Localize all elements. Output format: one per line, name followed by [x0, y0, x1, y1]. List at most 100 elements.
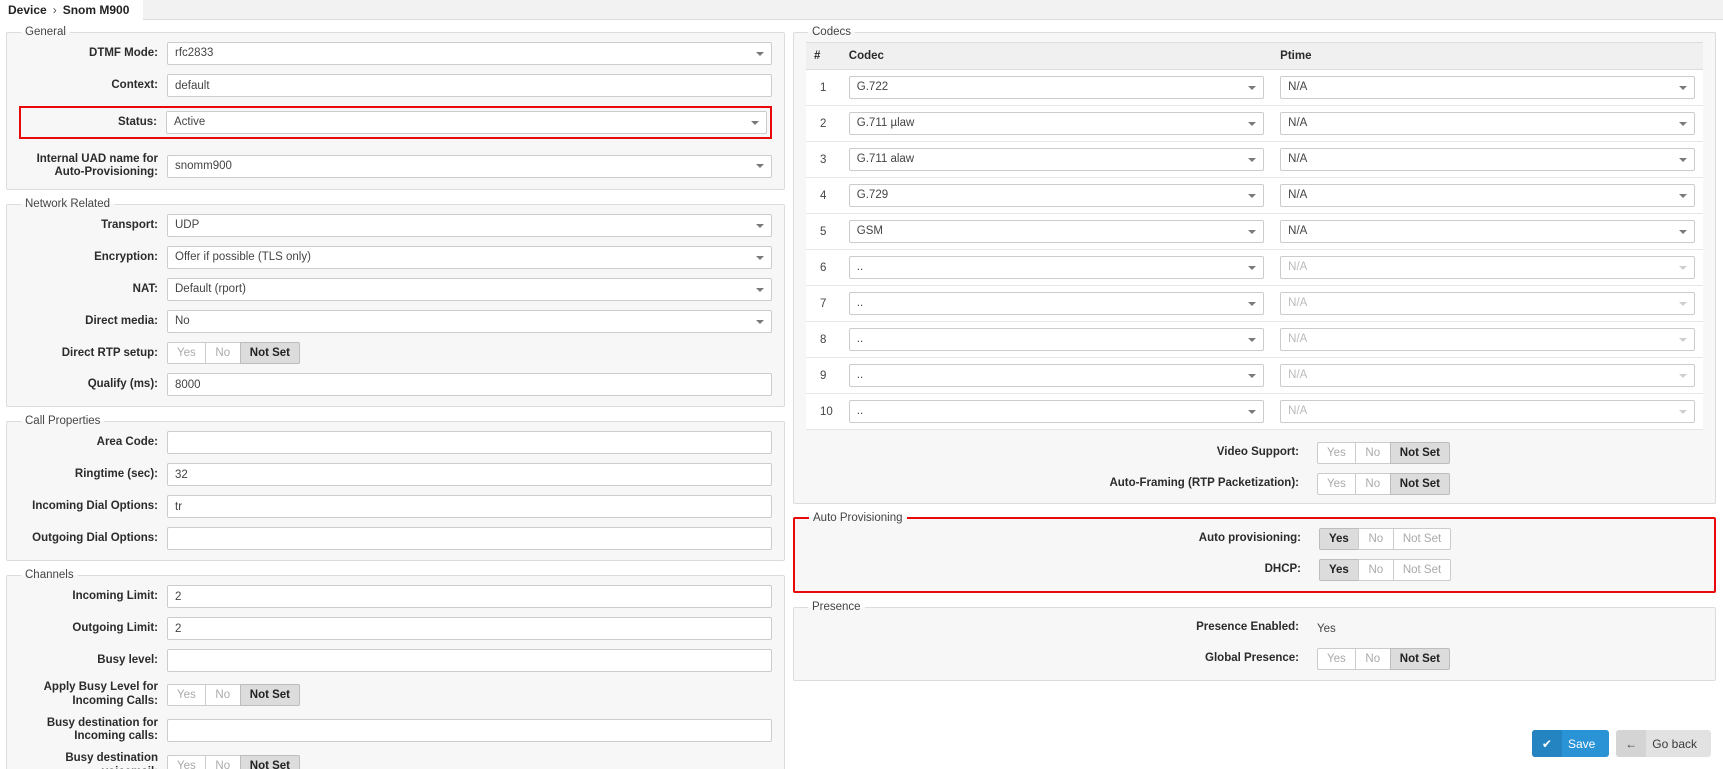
ringtime-input[interactable]	[167, 463, 772, 487]
option-yes[interactable]: Yes	[1317, 648, 1356, 670]
ptime-select-cell: N/A	[1272, 249, 1703, 286]
internal-uad-select[interactable]: snomm900	[167, 154, 772, 178]
codec-row: 8.. N/A	[806, 321, 1703, 358]
global-presence-buttongroup[interactable]: Yes No Not Set	[1317, 648, 1451, 670]
breadcrumb: Device › Snom M900	[0, 0, 144, 20]
left-column: General DTMF Mode: rfc2833 Context: Stat…	[6, 26, 785, 769]
option-yes[interactable]: Yes	[167, 342, 206, 365]
codec-select[interactable]: G.729	[848, 184, 1265, 207]
option-not-set[interactable]: Not Set	[1392, 528, 1452, 550]
dhcp-buttongroup[interactable]: Yes No Not Set	[1319, 559, 1452, 581]
option-no[interactable]: No	[204, 754, 241, 769]
incoming-limit-label: Incoming Limit:	[72, 590, 158, 603]
option-no[interactable]: No	[204, 342, 241, 365]
option-yes[interactable]: Yes	[1319, 528, 1359, 550]
dtmf-mode-select[interactable]: rfc2833	[167, 42, 772, 65]
option-no[interactable]: No	[1354, 442, 1391, 464]
section-codecs: Codecs # Codec Ptime 1 G.722 N/A 2 G.711 µla…	[793, 26, 1716, 504]
section-call-properties-legend: Call Properties	[25, 415, 101, 428]
area-code-input[interactable]	[167, 431, 772, 455]
ptime-select[interactable]: N/A	[1280, 148, 1695, 171]
ptime-select-cell: N/A	[1272, 213, 1703, 250]
qualify-input[interactable]	[167, 373, 772, 397]
codec-select-cell: ..	[840, 249, 1273, 286]
ptime-select[interactable]: N/A	[1280, 76, 1695, 99]
incoming-limit-input[interactable]	[167, 585, 772, 609]
nat-value: Default (rport)	[175, 283, 246, 296]
codec-select[interactable]: GSM	[848, 220, 1265, 243]
nat-select[interactable]: Default (rport)	[167, 278, 772, 302]
option-no[interactable]: No	[1357, 528, 1394, 550]
outgoing-dial-options-label: Outgoing Dial Options:	[32, 532, 158, 545]
ptime-select[interactable]: N/A	[1280, 220, 1695, 243]
codec-row-number: 8	[806, 321, 841, 358]
section-auto-provisioning: Auto Provisioning Auto provisioning: Yes…	[793, 512, 1716, 593]
option-not-set[interactable]: Not Set	[1389, 648, 1451, 670]
codec-select[interactable]: G.722	[848, 76, 1265, 99]
codec-select[interactable]: ..	[848, 328, 1265, 351]
video-support-buttongroup[interactable]: Yes No Not Set	[1317, 442, 1451, 464]
dhcp-label: DHCP:	[1264, 563, 1301, 576]
option-yes[interactable]: Yes	[1317, 473, 1356, 495]
option-yes[interactable]: Yes	[167, 683, 206, 706]
breadcrumb-root[interactable]: Device	[8, 3, 47, 17]
option-not-set[interactable]: Not Set	[1389, 473, 1451, 495]
option-not-set[interactable]: Not Set	[239, 754, 301, 769]
chevron-down-icon	[1248, 373, 1257, 378]
option-no[interactable]: No	[1354, 648, 1391, 670]
option-no[interactable]: No	[1357, 559, 1394, 581]
option-not-set[interactable]: Not Set	[1392, 559, 1452, 581]
ptime-select[interactable]: N/A	[1280, 184, 1695, 207]
transport-select[interactable]: UDP	[167, 214, 772, 238]
status-label: Status:	[118, 115, 157, 128]
codec-select-cell: G.711 alaw	[840, 141, 1273, 178]
direct-media-select[interactable]: No	[167, 310, 772, 334]
direct-rtp-setup-buttongroup[interactable]: Yes No Not Set	[167, 342, 301, 365]
option-no[interactable]: No	[1354, 473, 1391, 495]
codec-row: 7.. N/A	[806, 285, 1703, 322]
field-incoming-dial-options: Incoming Dial Options:	[19, 495, 772, 519]
option-yes[interactable]: Yes	[1317, 442, 1356, 464]
codec-row: 4 G.729 N/A	[806, 177, 1703, 214]
ptime-select-value: N/A	[1288, 261, 1308, 273]
busy-destination-voicemail-buttongroup[interactable]: Yes No Not Set	[167, 754, 301, 769]
save-button[interactable]: ✔ Save	[1531, 730, 1610, 757]
codec-select[interactable]: ..	[848, 256, 1265, 279]
field-transport: Transport: UDP	[19, 214, 772, 238]
section-general-legend: General	[25, 26, 66, 38]
breadcrumb-separator-icon: ›	[52, 2, 57, 17]
ptime-select-value: N/A	[1288, 225, 1308, 237]
auto-framing-buttongroup[interactable]: Yes No Not Set	[1317, 473, 1451, 495]
codec-select[interactable]: ..	[848, 400, 1265, 423]
context-input[interactable]	[167, 74, 772, 97]
codec-select[interactable]: ..	[848, 364, 1265, 387]
option-yes[interactable]: Yes	[167, 754, 206, 769]
chevron-down-icon	[756, 255, 764, 260]
outgoing-dial-options-input[interactable]	[167, 527, 772, 551]
apply-busy-level-buttongroup[interactable]: Yes No Not Set	[167, 683, 301, 706]
option-not-set[interactable]: Not Set	[239, 683, 301, 706]
go-back-button[interactable]: ← Go back	[1616, 730, 1711, 757]
option-no[interactable]: No	[204, 683, 241, 706]
encryption-select[interactable]: Offer if possible (TLS only)	[167, 246, 772, 270]
field-internal-uad: Internal UAD name for Auto-Provisioning:…	[19, 153, 772, 179]
busy-level-input[interactable]	[167, 649, 772, 673]
field-ringtime: Ringtime (sec):	[19, 463, 772, 487]
field-direct-media: Direct media: No	[19, 310, 772, 334]
codec-select[interactable]: G.711 µlaw	[848, 112, 1265, 135]
option-yes[interactable]: Yes	[1319, 559, 1359, 581]
codec-select-value: ..	[856, 333, 864, 345]
incoming-dial-options-input[interactable]	[167, 495, 772, 519]
busy-destination-input[interactable]	[167, 718, 772, 742]
outgoing-limit-input[interactable]	[167, 617, 772, 641]
status-select[interactable]: Active	[166, 111, 767, 134]
chevron-down-icon	[1679, 193, 1687, 198]
codec-row-number: 9	[806, 357, 841, 394]
ptime-select[interactable]: N/A	[1280, 112, 1695, 135]
option-not-set[interactable]: Not Set	[1389, 442, 1451, 464]
codec-select[interactable]: ..	[848, 292, 1265, 315]
auto-provisioning-buttongroup[interactable]: Yes No Not Set	[1319, 528, 1452, 550]
codec-select[interactable]: G.711 alaw	[848, 148, 1265, 171]
chevron-down-icon	[1679, 157, 1687, 162]
option-not-set[interactable]: Not Set	[239, 342, 301, 365]
